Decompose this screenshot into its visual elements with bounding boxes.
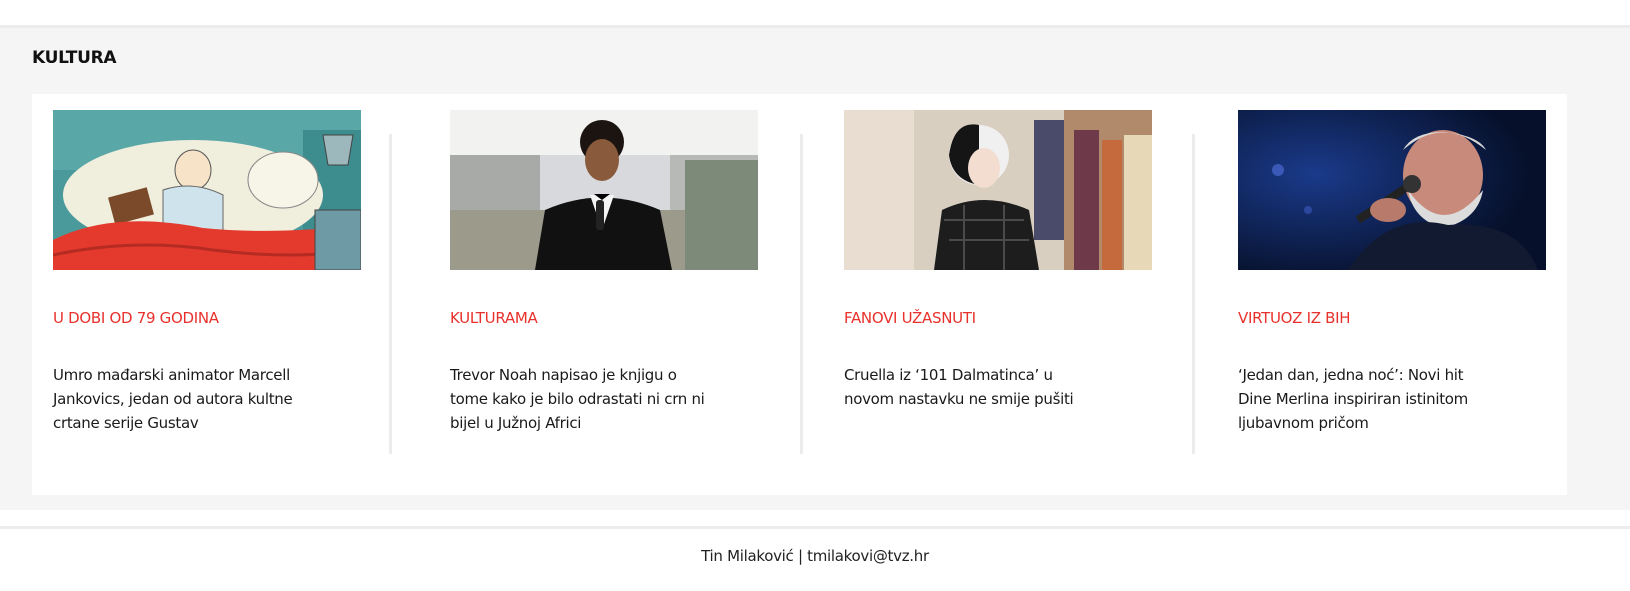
article-kicker[interactable]: U DOBI OD 79 GODINA (53, 309, 219, 327)
card-divider (389, 134, 392, 454)
article-image-host[interactable] (450, 110, 758, 270)
footer-credits: Tin Milaković | tmilakovi@tvz.hr (701, 547, 929, 565)
section-title[interactable]: KULTURA (32, 48, 117, 68)
articles-panel: U DOBI OD 79 GODINA Umro mađarski animat… (32, 94, 1567, 495)
article-card[interactable]: KULTURAMA Trevor Noah napisao je knjigu … (450, 110, 758, 432)
article-image-cartoon[interactable] (53, 110, 361, 270)
article-card[interactable]: VIRTUOZ IZ BIH ‘Jedan dan, jedna noć’: N… (1238, 110, 1546, 432)
article-image-singer[interactable] (1238, 110, 1546, 270)
article-title[interactable]: ‘Jedan dan, jedna noć’: Novi hit Dine Me… (1238, 363, 1498, 435)
article-title[interactable]: Cruella iz ‘101 Dalmatinca’ u novom nast… (844, 363, 1104, 411)
card-divider (1192, 134, 1195, 454)
article-kicker[interactable]: FANOVI UŽASNUTI (844, 309, 976, 327)
article-image-cruella[interactable] (844, 110, 1152, 270)
card-divider (800, 134, 803, 454)
footer-divider (0, 526, 1630, 529)
article-kicker[interactable]: KULTURAMA (450, 309, 538, 327)
article-card[interactable]: U DOBI OD 79 GODINA Umro mađarski animat… (53, 110, 361, 432)
article-title[interactable]: Trevor Noah napisao je knjigu o tome kak… (450, 363, 710, 435)
article-kicker[interactable]: VIRTUOZ IZ BIH (1238, 309, 1351, 327)
article-title[interactable]: Umro mađarski animator Marcell Jankovics… (53, 363, 313, 435)
article-card[interactable]: FANOVI UŽASNUTI Cruella iz ‘101 Dalmatin… (844, 110, 1152, 408)
